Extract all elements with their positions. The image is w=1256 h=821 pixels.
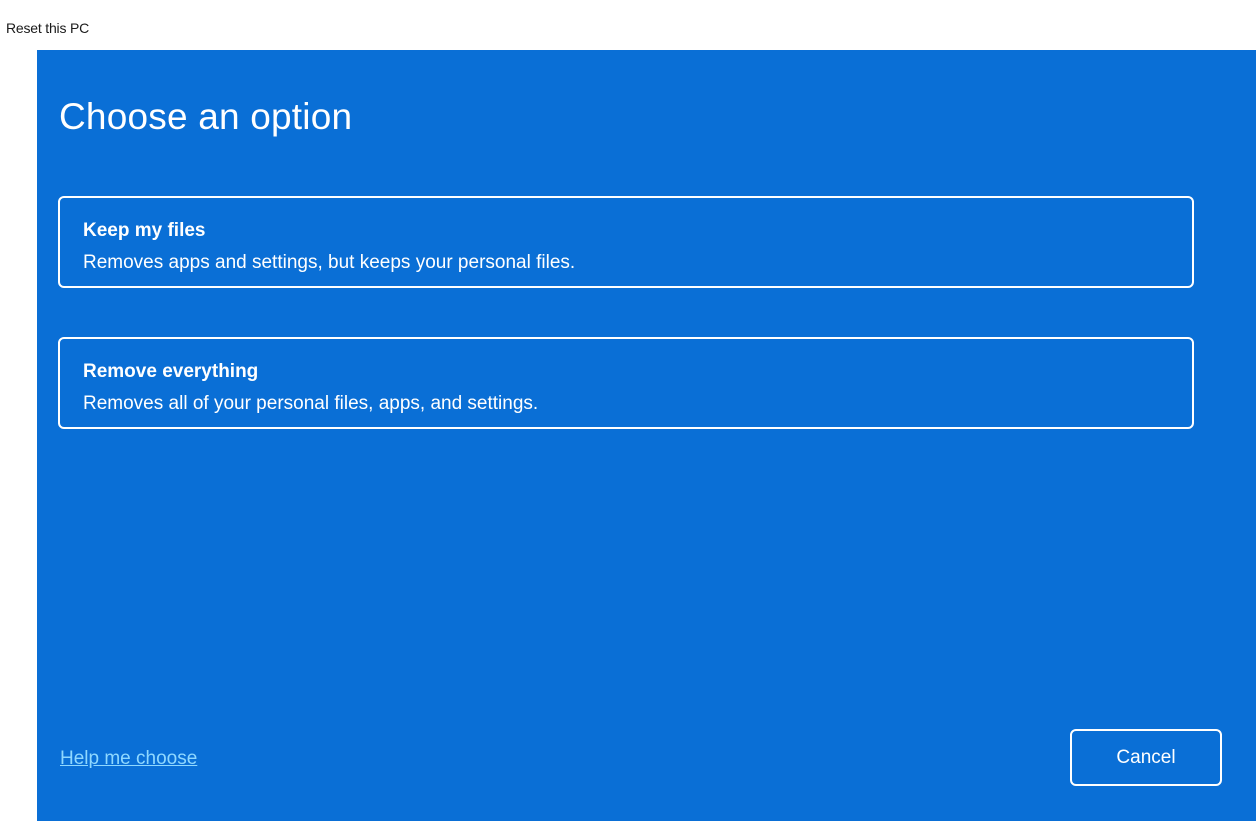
- title-bar: Reset this PC: [0, 0, 1256, 50]
- remove-everything-option[interactable]: Remove everything Removes all of your pe…: [58, 337, 1194, 429]
- option-title: Remove everything: [83, 361, 259, 382]
- keep-my-files-option[interactable]: Keep my files Removes apps and settings,…: [58, 196, 1194, 288]
- cancel-button[interactable]: Cancel: [1070, 729, 1222, 786]
- option-description: Removes all of your personal files, apps…: [83, 393, 539, 414]
- window-title: Reset this PC: [6, 20, 89, 36]
- option-title: Keep my files: [83, 220, 206, 241]
- content-panel: Choose an option Keep my files Removes a…: [37, 50, 1256, 821]
- page-title: Choose an option: [59, 96, 353, 137]
- option-description: Removes apps and settings, but keeps you…: [83, 252, 576, 273]
- reset-pc-window: Reset this PC Choose an option Keep my f…: [0, 0, 1256, 821]
- help-me-choose-link[interactable]: Help me choose: [60, 748, 197, 770]
